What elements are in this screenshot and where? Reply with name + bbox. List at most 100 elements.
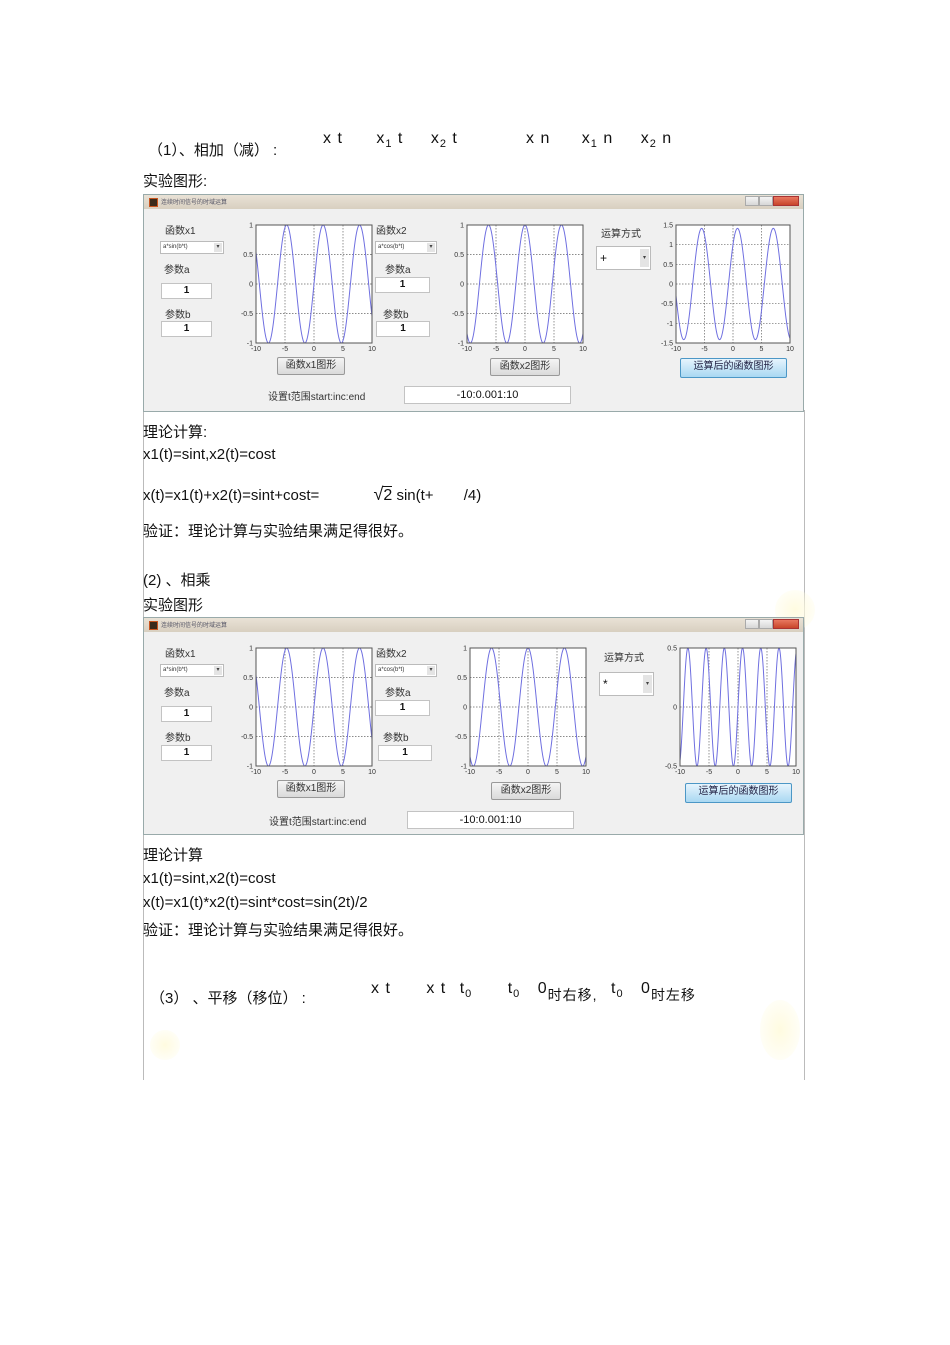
maximize-button[interactable] xyxy=(759,619,773,629)
dropdown-arrow-icon: ▾ xyxy=(427,243,435,252)
y-tick-label: 0.5 xyxy=(243,675,253,682)
formula-part: x t xyxy=(371,980,391,997)
section2-theory-line1: x1(t)=sint,x2(t)=cost xyxy=(143,870,276,887)
y-tick-label: 0 xyxy=(463,705,467,712)
formula-part: 0 xyxy=(537,980,548,997)
right-shift-text: 时右移, xyxy=(547,987,598,1003)
plot-x1-button[interactable]: 函数x1图形 xyxy=(277,357,345,375)
formula-part: 0 xyxy=(641,980,651,997)
y-tick-label: -0.5 xyxy=(241,311,253,318)
y-tick-label: -1 xyxy=(247,764,253,771)
dropdown-arrow-icon: ▾ xyxy=(214,666,222,675)
dropdown-arrow-icon: ▾ xyxy=(214,243,222,252)
y-tick-label: 0 xyxy=(249,282,253,289)
x2-function-select[interactable]: a*cos(b*t) ▾ xyxy=(375,664,437,677)
decorative-glow xyxy=(150,1030,180,1060)
sqrt-radicand: 2 xyxy=(383,486,393,504)
x1-label: 函数x1 xyxy=(165,649,196,660)
x1-label: 函数x1 xyxy=(165,226,196,237)
x1-function-select[interactable]: a*sin(b*t) ▾ xyxy=(160,241,224,254)
minimize-button[interactable] xyxy=(745,619,759,629)
x-tick-label: 5 xyxy=(552,346,556,353)
x1-param-b-input[interactable]: 1 xyxy=(161,321,212,337)
formula-part: x xyxy=(581,130,591,147)
x-tick-label: 0 xyxy=(312,769,316,776)
operation-label: 运算方式 xyxy=(601,229,641,240)
formula-sub: 0 xyxy=(465,988,473,1001)
section2-theory-title: 理论计算 xyxy=(143,847,204,864)
formula-part: t xyxy=(446,130,458,147)
formula-part: t xyxy=(392,130,404,147)
range-input[interactable]: -10:0.001:10 xyxy=(407,811,574,829)
y-tick-label: -0.5 xyxy=(661,301,673,308)
formula-part: n xyxy=(656,130,673,147)
gui-window-add: 连续时间信号的时域运算 函数x1 a*sin(b*t) ▾ 参数a 1 参数b … xyxy=(143,194,804,412)
x-tick-label: 10 xyxy=(792,769,800,776)
x1-param-a-input[interactable]: 1 xyxy=(161,283,212,299)
plot-x2: -10 -5 0 5 10-1-0.500.51 xyxy=(452,223,587,354)
plot-result-button[interactable]: 运算后的函数图形 xyxy=(685,783,792,803)
plot-x1: -10 -5 0 5 10-1-0.500.51 xyxy=(241,646,376,777)
y-tick-label: -0.5 xyxy=(665,764,677,771)
x-tick-label: 10 xyxy=(368,346,376,353)
x-tick-label: -5 xyxy=(282,346,288,353)
formula-part: x t xyxy=(426,980,447,997)
x2-param-b-label: 参数b xyxy=(383,733,409,744)
operation-value: + xyxy=(600,251,608,265)
formula-sub: 2 xyxy=(649,138,657,151)
y-tick-label: 0.5 xyxy=(667,646,677,653)
y-tick-label: 0 xyxy=(249,705,253,712)
x-tick-label: -5 xyxy=(493,346,499,353)
equation-tail: /4) xyxy=(463,487,482,504)
x-tick-label: 10 xyxy=(579,346,587,353)
x-tick-label: -5 xyxy=(706,769,712,776)
decorative-glow xyxy=(760,1000,800,1060)
plot-x1-button[interactable]: 函数x1图形 xyxy=(277,780,345,798)
minimize-button[interactable] xyxy=(745,196,759,206)
x2-param-a-input[interactable]: 1 xyxy=(375,700,430,716)
close-button[interactable] xyxy=(773,196,799,206)
x2-param-a-label: 参数a xyxy=(385,688,411,699)
dropdown-arrow-icon: ▾ xyxy=(427,666,435,675)
formula-sub: 1 xyxy=(590,138,598,151)
x2-function-select[interactable]: a*cos(b*t) ▾ xyxy=(375,241,437,254)
x1-function-select[interactable]: a*sin(b*t) ▾ xyxy=(160,664,224,677)
y-tick-label: 1 xyxy=(249,223,253,230)
section1-theory-title: 理论计算: xyxy=(143,424,208,441)
close-button[interactable] xyxy=(773,619,799,629)
matlab-app-icon xyxy=(149,198,158,207)
operation-label: 运算方式 xyxy=(604,653,644,664)
x2-param-b-input[interactable]: 1 xyxy=(376,321,430,337)
section2-heading: (2) 、相乘 xyxy=(143,572,211,589)
matlab-app-icon xyxy=(149,621,158,630)
x-tick-label: 0 xyxy=(523,346,527,353)
equation-lhs: x(t)=x1(t)+x2(t)=sint+cost= xyxy=(143,487,320,504)
y-tick-label: 0 xyxy=(673,705,677,712)
dropdown-arrow-icon: ▾ xyxy=(640,249,649,267)
section1-theory-line2: x(t)=x1(t)+x2(t)=sint+cost= √2 sin(t+ /4… xyxy=(143,484,481,505)
y-tick-label: 0.5 xyxy=(663,262,673,269)
x1-param-a-input[interactable]: 1 xyxy=(161,706,212,722)
operation-select[interactable]: + ▾ xyxy=(596,246,651,270)
plot-x2-button[interactable]: 函数x2图形 xyxy=(490,358,560,376)
window-title: 连续时间信号的时域运算 xyxy=(161,623,228,629)
range-label: 设置t范围start:inc:end xyxy=(268,392,366,403)
plot-result-button[interactable]: 运算后的函数图形 xyxy=(680,358,787,378)
maximize-button[interactable] xyxy=(759,196,773,206)
x2-param-a-input[interactable]: 1 xyxy=(375,277,430,293)
formula-part: x t xyxy=(323,130,343,147)
section1-theory-line1: x1(t)=sint,x2(t)=cost xyxy=(143,446,276,463)
range-label: 设置t范围start:inc:end xyxy=(269,817,367,828)
gui-window-multiply: 连续时间信号的时域运算 函数x1 a*sin(b*t) ▾ 参数a 1 参数b … xyxy=(143,617,804,835)
operation-select[interactable]: * ▾ xyxy=(599,672,654,696)
range-input[interactable]: -10:0.001:10 xyxy=(404,386,571,404)
x1-function-value: a*sin(b*t) xyxy=(163,667,188,673)
formula-part: x n xyxy=(526,130,551,147)
plot-x2-button[interactable]: 函数x2图形 xyxy=(491,782,561,800)
x1-param-b-input[interactable]: 1 xyxy=(161,745,212,761)
formula-sub: 0 xyxy=(616,988,624,1001)
formula-sub: 0 xyxy=(513,988,521,1001)
x2-param-b-input[interactable]: 1 xyxy=(378,745,432,761)
x-tick-label: 5 xyxy=(765,769,769,776)
x-tick-label: 5 xyxy=(760,346,764,353)
